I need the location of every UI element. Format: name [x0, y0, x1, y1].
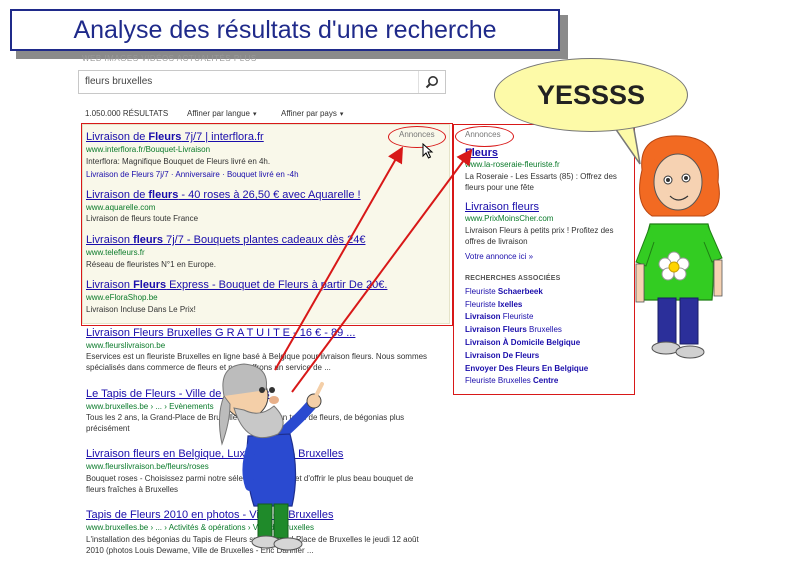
- speech-bubble-text: YESSSS: [536, 79, 646, 110]
- arrow-to-top-ads: [274, 146, 403, 371]
- girl-character: [635, 135, 723, 359]
- old-man-character: [218, 363, 324, 551]
